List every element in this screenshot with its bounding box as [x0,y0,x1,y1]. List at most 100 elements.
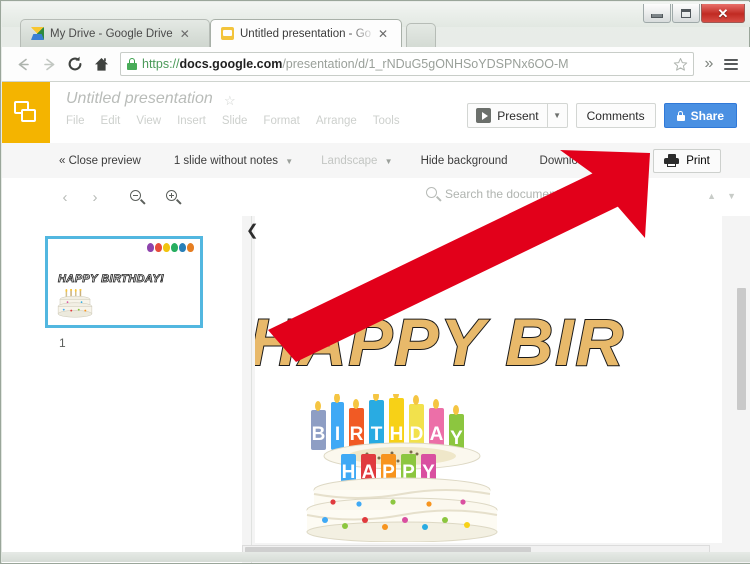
svg-text:T: T [371,424,383,445]
menu-edit[interactable]: Edit [101,115,121,127]
next-page-button[interactable]: › [80,185,110,209]
find-navigation: ▲ ▼ [707,191,736,201]
present-button[interactable]: Present [467,103,548,128]
menu-file[interactable]: File [66,115,85,127]
vertical-scroll-thumb[interactable] [737,288,746,410]
slide-filmstrip: HAPPY BIRTHDAY! 1 [2,216,243,563]
home-icon[interactable] [88,51,114,77]
window-statusbar [2,552,750,562]
thumbnail-title: HAPPY BIRTHDAY! [58,273,165,286]
document-star-icon[interactable]: ☆ [224,93,236,109]
slide-title-text: HAPPY BIR [255,304,626,380]
menu-tools[interactable]: Tools [373,115,400,127]
tab-untitled-presentation-label: Untitled presentation - Go [240,27,372,40]
comments-button[interactable]: Comments [575,103,656,128]
reload-icon[interactable] [62,51,88,77]
balloons-icon [147,243,194,252]
svg-text:H: H [390,424,404,445]
zoom-out-button[interactable] [122,185,152,209]
share-label: Share [690,108,724,123]
share-button[interactable]: Share [663,103,737,128]
print-label: Print [686,154,710,167]
google-drive-icon [31,27,44,40]
previous-page-button[interactable]: ‹ [50,185,80,209]
menu-slide[interactable]: Slide [222,115,248,127]
filmstrip-divider [251,216,252,563]
comments-label: Comments [586,108,645,123]
slides-header-actions: Present ▼ Comments Share [467,103,737,128]
zoom-out-icon [130,190,146,205]
chevron-down-icon: ▼ [553,111,562,120]
download-as-pdf-button[interactable]: Download as PDF [540,155,633,167]
svg-text:R: R [350,424,364,445]
toolbar-overflow-icon[interactable]: » [698,51,720,77]
orientation-dropdown[interactable]: Landscape ▼ [321,155,392,167]
svg-text:B: B [312,424,326,445]
forward-icon[interactable] [36,51,62,77]
bookmark-star-icon[interactable] [671,55,689,73]
menu-insert[interactable]: Insert [177,115,206,127]
print-button[interactable]: Print [653,148,721,173]
cake-thumbnail-icon [57,289,93,318]
google-slides-icon [221,27,234,40]
url-host: docs.google.com [179,57,283,71]
address-bar[interactable]: https://docs.google.com/presentation/d/1… [120,52,694,76]
tab-my-drive-label: My Drive - Google Drive [50,27,173,40]
lock-icon [127,58,137,70]
minimize-icon [651,13,663,18]
slide-thumbnail-item[interactable]: HAPPY BIRTHDAY! 1 [45,236,203,350]
tab-untitled-presentation-close-icon[interactable]: ✕ [378,28,388,40]
back-icon[interactable] [10,51,36,77]
search-icon [426,187,442,202]
preview-search-bar: ‹ › Search the document ▲ ▼ [2,178,750,217]
zoom-in-button[interactable] [158,185,188,209]
tab-my-drive[interactable]: My Drive - Google Drive ✕ [20,19,210,47]
slides-header: Untitled presentation ☆ File Edit View I… [2,82,750,144]
preview-body: HAPPY BIRTHDAY! 1 ❮ HAPPY BIR B I R T H … [2,216,750,563]
slide-thumbnail-1[interactable]: HAPPY BIRTHDAY! [45,236,203,328]
find-next-icon[interactable]: ▼ [727,191,736,201]
slides-per-page-label: 1 slide without notes [173,154,279,167]
new-tab-button[interactable] [406,23,436,48]
google-slides-logo[interactable] [2,82,50,143]
search-input[interactable]: Search the document [426,187,560,202]
birthday-cake-image: B I R T H D A Y H A P P Y [306,394,498,542]
slide-number-label: 1 [59,336,66,350]
browser-toolbar: https://docs.google.com/presentation/d/1… [2,47,750,82]
chevron-down-icon: ▼ [285,156,294,166]
print-preview-toolbar: « Close preview 1 slide without notes ▼ … [2,143,750,179]
present-group: Present ▼ [467,103,568,128]
menu-view[interactable]: View [136,115,161,127]
tab-strip: My Drive - Google Drive ✕ Untitled prese… [2,19,750,48]
window-frame: ✕ My Drive - Google Drive ✕ Untitled pre… [0,0,750,564]
slides-per-page-dropdown[interactable]: 1 slide without notes ▼ [174,155,293,167]
url-scheme: https:// [142,57,180,71]
menu-format[interactable]: Format [263,115,299,127]
present-label: Present [497,108,539,123]
close-icon: ✕ [717,5,729,21]
document-title[interactable]: Untitled presentation [66,90,213,108]
zoom-in-icon [166,190,182,205]
browser-window: ✕ My Drive - Google Drive ✕ Untitled pre… [0,0,750,564]
present-dropdown-button[interactable]: ▼ [547,103,568,128]
hide-background-button[interactable]: Hide background [421,155,508,167]
collapse-filmstrip-button[interactable]: ❮ [246,221,259,239]
svg-text:D: D [410,424,424,445]
chevron-down-icon: ▼ [384,156,393,166]
tab-untitled-presentation[interactable]: Untitled presentation - Go ✕ [210,19,402,47]
preview-vertical-scrollbar[interactable] [737,216,748,563]
find-previous-icon[interactable]: ▲ [707,191,716,201]
menu-arrange[interactable]: Arrange [316,115,357,127]
slides-menubar: File Edit View Insert Slide Format Arran… [66,115,400,127]
lock-icon [676,110,685,121]
slides-logo-icon [14,100,38,125]
tab-my-drive-close-icon[interactable]: ✕ [180,28,190,40]
hamburger-icon [724,56,738,72]
orientation-label: Landscape [321,154,378,167]
svg-text:A: A [430,424,444,445]
chrome-menu-icon[interactable] [720,51,742,77]
url-path: /presentation/d/1_rNDuG5gONHSoYDSPNx6OO-… [282,57,569,71]
close-preview-button[interactable]: « Close preview [59,155,141,167]
url-text: https://docs.google.com/presentation/d/1… [142,57,671,71]
search-placeholder: Search the document [445,187,560,201]
